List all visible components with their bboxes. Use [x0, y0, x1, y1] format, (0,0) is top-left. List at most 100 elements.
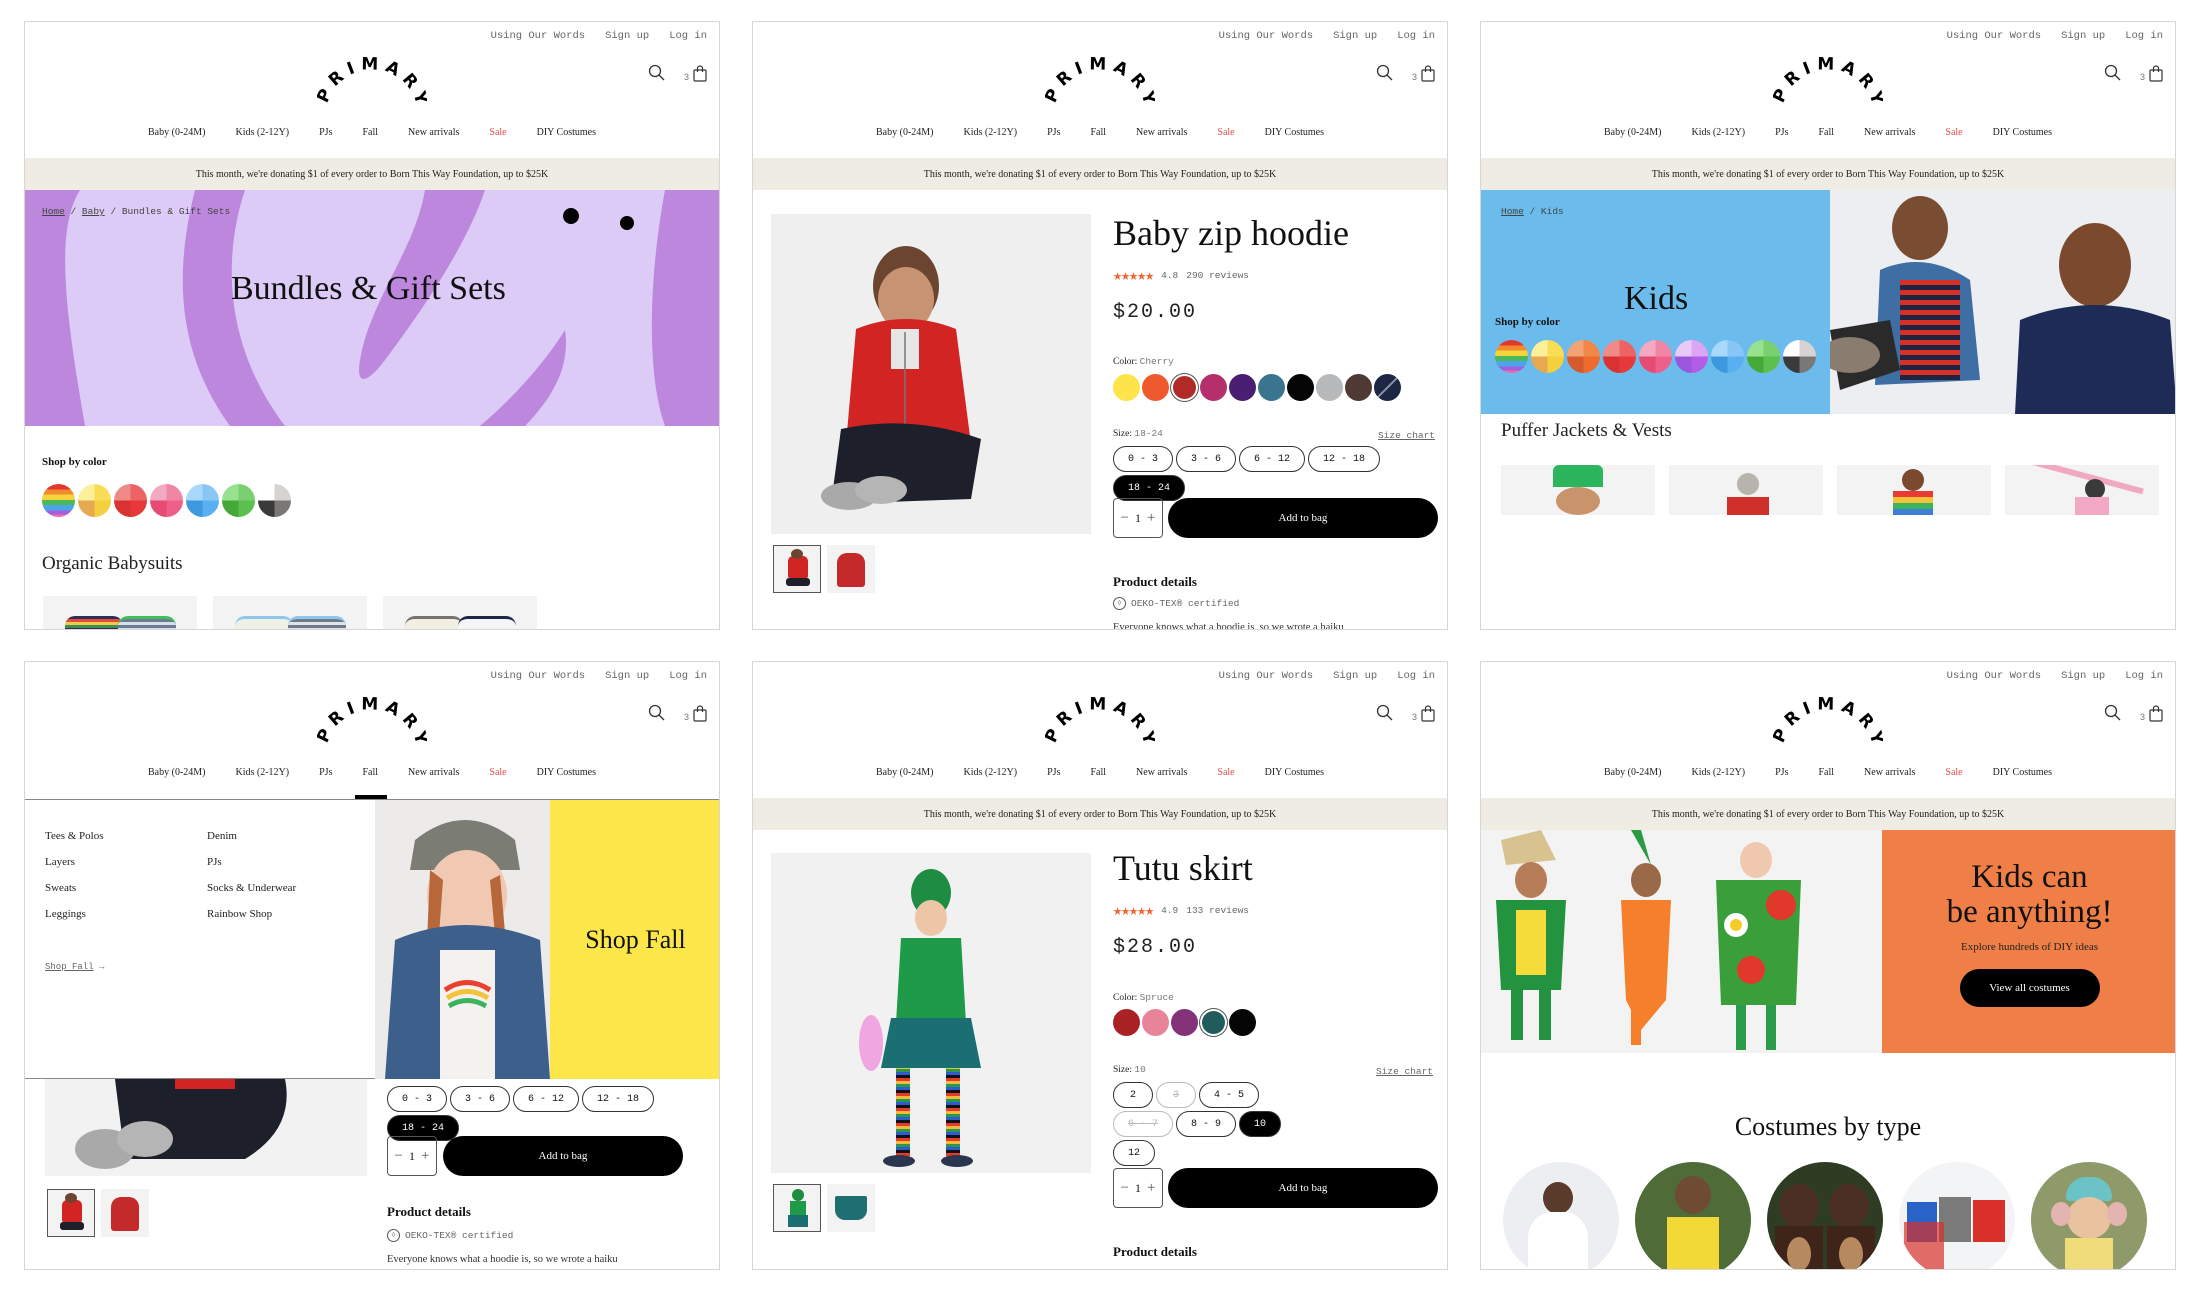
color-filter-pink[interactable]	[1639, 340, 1672, 373]
color-option[interactable]	[1142, 374, 1169, 401]
log-in-link[interactable]: Log in	[2125, 30, 2163, 42]
breadcrumb-baby[interactable]: Baby	[82, 206, 105, 217]
sign-up-link[interactable]: Sign up	[2061, 670, 2105, 682]
nav-pjs[interactable]: PJs	[319, 127, 332, 148]
cart-button[interactable]: 3	[684, 64, 707, 82]
increment-button[interactable]: +	[1147, 1180, 1155, 1197]
rating[interactable]: ★★★★★ 4.8 290 reviews	[1113, 266, 1249, 285]
shop-fall-promo[interactable]: Shop Fall	[550, 800, 719, 1079]
product-image[interactable]	[771, 853, 1091, 1173]
costume-type-superheroes[interactable]	[1899, 1162, 2015, 1269]
product-image[interactable]	[45, 1079, 367, 1176]
add-to-bag-button[interactable]: Add to bag	[1168, 1168, 1438, 1208]
thumbnail-2[interactable]	[101, 1189, 149, 1237]
menu-item[interactable]: Sweats	[45, 882, 104, 894]
primary-logo[interactable]: PRIMARY	[1773, 684, 1883, 750]
cart-button[interactable]: 3	[2140, 704, 2163, 722]
product-tile[interactable]	[43, 596, 197, 629]
thumbnail-1[interactable]	[47, 1189, 95, 1237]
quantity-stepper[interactable]: − 1 +	[1113, 498, 1163, 538]
search-icon[interactable]	[1376, 704, 1394, 722]
size-option[interactable]: 0 - 3	[387, 1086, 448, 1112]
sign-up-link[interactable]: Sign up	[605, 670, 649, 682]
reviews-count[interactable]: 290 reviews	[1186, 270, 1249, 281]
using-our-words-link[interactable]: Using Our Words	[1947, 30, 2042, 42]
color-option[interactable]	[1200, 1009, 1227, 1036]
sign-up-link[interactable]: Sign up	[605, 30, 649, 42]
menu-item[interactable]: Layers	[45, 856, 104, 868]
size-option[interactable]: 4 - 5	[1199, 1082, 1260, 1108]
nav-new-arrivals[interactable]: New arrivals	[1136, 767, 1187, 788]
using-our-words-link[interactable]: Using Our Words	[491, 30, 586, 42]
increment-button[interactable]: +	[421, 1148, 429, 1165]
nav-pjs[interactable]: PJs	[319, 767, 332, 788]
quantity-stepper[interactable]: − 1 +	[387, 1136, 437, 1176]
size-option[interactable]: 2	[1113, 1082, 1153, 1108]
promo-photo[interactable]	[375, 800, 550, 1079]
color-option[interactable]	[1113, 374, 1140, 401]
nav-sale[interactable]: Sale	[1217, 767, 1234, 788]
cart-button[interactable]: 3	[1412, 704, 1435, 722]
color-option[interactable]	[1142, 1009, 1169, 1036]
rating[interactable]: ★★★★★ 4.9 133 reviews	[1113, 901, 1249, 920]
color-filter-black-white[interactable]	[1783, 340, 1816, 373]
nav-kids[interactable]: Kids (2-12Y)	[1692, 127, 1746, 148]
nav-kids[interactable]: Kids (2-12Y)	[236, 767, 290, 788]
nav-fall[interactable]: Fall	[362, 767, 378, 788]
size-option[interactable]: 0 - 3	[1113, 446, 1174, 472]
costume-type-ballerina[interactable]	[1503, 1162, 1619, 1269]
nav-kids[interactable]: Kids (2-12Y)	[236, 127, 290, 148]
sign-up-link[interactable]: Sign up	[2061, 30, 2105, 42]
size-chart-link[interactable]: Size chart	[1378, 430, 1435, 441]
using-our-words-link[interactable]: Using Our Words	[1219, 30, 1314, 42]
nav-new-arrivals[interactable]: New arrivals	[1136, 127, 1187, 148]
thumbnail-2[interactable]	[827, 1184, 875, 1232]
nav-fall[interactable]: Fall	[1090, 767, 1106, 788]
using-our-words-link[interactable]: Using Our Words	[1219, 670, 1314, 682]
color-option[interactable]	[1229, 374, 1256, 401]
sign-up-link[interactable]: Sign up	[1333, 30, 1377, 42]
nav-pjs[interactable]: PJs	[1047, 767, 1060, 788]
color-filter-rainbow[interactable]	[42, 484, 75, 517]
costume-type-animal[interactable]	[2031, 1162, 2147, 1269]
nav-pjs[interactable]: PJs	[1047, 127, 1060, 148]
add-to-bag-button[interactable]: Add to bag	[443, 1136, 683, 1176]
nav-new-arrivals[interactable]: New arrivals	[1864, 127, 1915, 148]
nav-pjs[interactable]: PJs	[1775, 767, 1788, 788]
nav-baby[interactable]: Baby (0-24M)	[148, 767, 206, 788]
nav-fall[interactable]: Fall	[1090, 127, 1106, 148]
nav-sale[interactable]: Sale	[1945, 767, 1962, 788]
nav-kids[interactable]: Kids (2-12Y)	[1692, 767, 1746, 788]
size-option[interactable]: 3 - 6	[450, 1086, 511, 1112]
nav-diy-costumes[interactable]: DIY Costumes	[537, 767, 596, 788]
nav-sale[interactable]: Sale	[1217, 127, 1234, 148]
size-option[interactable]: 6 - 12	[1239, 446, 1306, 472]
color-option[interactable]	[1374, 374, 1401, 401]
thumbnail-2[interactable]	[827, 545, 875, 593]
product-tile[interactable]	[1837, 465, 1991, 515]
size-option[interactable]: 12 - 18	[1308, 446, 1381, 472]
search-icon[interactable]	[1376, 64, 1394, 82]
increment-button[interactable]: +	[1147, 510, 1155, 527]
size-option[interactable]: 6 - 12	[513, 1086, 580, 1112]
thumbnail-1[interactable]	[773, 1184, 821, 1232]
color-option[interactable]	[1171, 1009, 1198, 1036]
decrement-button[interactable]: −	[1121, 1180, 1129, 1197]
decrement-button[interactable]: −	[1121, 510, 1129, 527]
color-option[interactable]	[1171, 374, 1198, 401]
nav-diy-costumes[interactable]: DIY Costumes	[1993, 127, 2052, 148]
nav-fall[interactable]: Fall	[362, 127, 378, 148]
menu-item[interactable]: PJs	[207, 856, 296, 868]
nav-baby[interactable]: Baby (0-24M)	[1604, 767, 1662, 788]
using-our-words-link[interactable]: Using Our Words	[1947, 670, 2042, 682]
product-tile[interactable]	[213, 596, 367, 629]
nav-new-arrivals[interactable]: New arrivals	[408, 127, 459, 148]
search-icon[interactable]	[2104, 704, 2122, 722]
product-tile[interactable]	[383, 596, 537, 629]
color-option[interactable]	[1287, 374, 1314, 401]
nav-fall[interactable]: Fall	[1818, 127, 1834, 148]
size-option[interactable]: 10	[1239, 1111, 1282, 1137]
breadcrumb-home[interactable]: Home	[42, 206, 65, 217]
color-filter-blue[interactable]	[186, 484, 219, 517]
search-icon[interactable]	[648, 704, 666, 722]
